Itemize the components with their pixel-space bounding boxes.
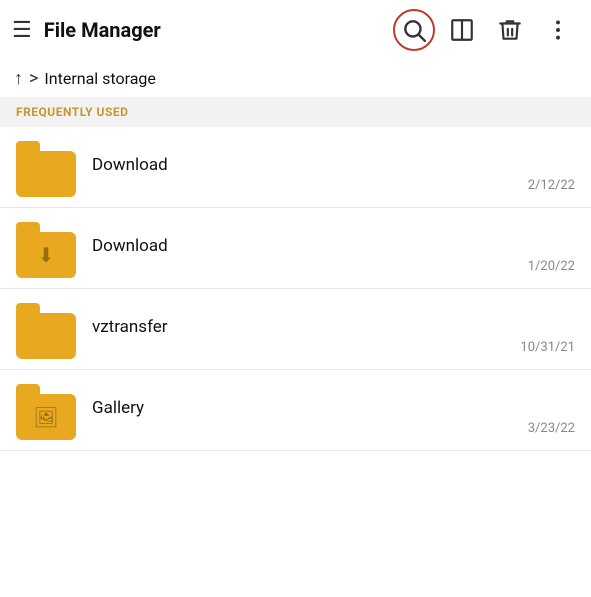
more-options-button[interactable] <box>537 9 579 51</box>
file-date: 1/20/22 <box>528 259 575 274</box>
split-view-button[interactable] <box>441 9 483 51</box>
file-info: vztransfer <box>92 317 575 341</box>
file-info: Gallery <box>92 398 575 422</box>
image-overlay-icon: 🖼 <box>33 405 58 429</box>
file-name: vztransfer <box>92 317 575 337</box>
header-actions <box>393 9 579 51</box>
list-item[interactable]: 🖼 Gallery 3/23/22 <box>0 370 591 451</box>
breadcrumb: ↑ > Internal storage <box>0 60 591 97</box>
file-name: Gallery <box>92 398 575 418</box>
delete-button[interactable] <box>489 9 531 51</box>
file-date: 2/12/22 <box>528 178 575 193</box>
frequently-used-section-header: FREQUENTLY USED <box>0 97 591 127</box>
file-info: Download <box>92 155 575 179</box>
file-date: 10/31/21 <box>520 340 575 355</box>
file-name: Download <box>92 155 575 175</box>
file-name: Download <box>92 236 575 256</box>
list-item[interactable]: vztransfer 10/31/21 <box>0 289 591 370</box>
download-overlay-icon: ⬇ <box>38 243 55 267</box>
app-header: ☰ File Manager <box>0 0 591 60</box>
folder-icon: 🖼 <box>16 380 76 440</box>
folder-icon <box>16 137 76 197</box>
folder-icon: ⬇ <box>16 218 76 278</box>
menu-icon[interactable]: ☰ <box>12 18 32 43</box>
breadcrumb-separator: > <box>29 68 38 89</box>
file-list: Download 2/12/22 ⬇ Download 1/20/22 vztr… <box>0 127 591 451</box>
app-title: File Manager <box>44 18 393 42</box>
list-item[interactable]: ⬇ Download 1/20/22 <box>0 208 591 289</box>
folder-icon <box>16 299 76 359</box>
search-button[interactable] <box>393 9 435 51</box>
file-info: Download <box>92 236 575 260</box>
breadcrumb-path: Internal storage <box>44 69 155 88</box>
navigate-up-button[interactable]: ↑ <box>14 68 23 89</box>
list-item[interactable]: Download 2/12/22 <box>0 127 591 208</box>
file-date: 3/23/22 <box>528 421 575 436</box>
